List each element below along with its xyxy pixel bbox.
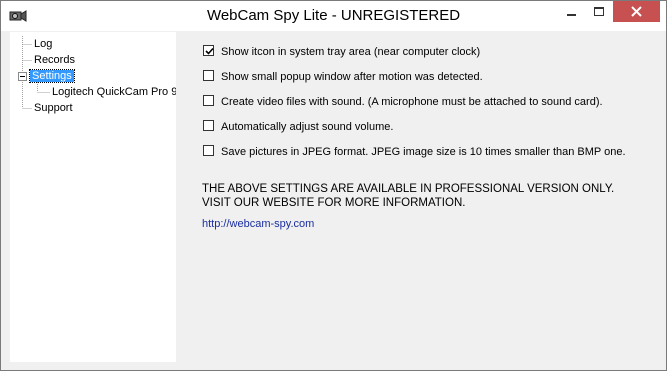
pro-version-notice: THE ABOVE SETTINGS ARE AVAILABLE IN PROF… (202, 182, 614, 210)
minimize-button[interactable] (558, 1, 586, 22)
tree-item-support[interactable]: Support (32, 100, 75, 116)
settings-tree[interactable]: Log Records Settings Logitech QuickCam P… (10, 32, 176, 362)
option-label: Create video files with sound. (A microp… (221, 96, 603, 108)
option-checkbox[interactable] (203, 45, 214, 56)
option-checkbox[interactable] (203, 120, 214, 131)
option-checkbox[interactable] (203, 70, 214, 81)
maximize-icon (594, 7, 604, 16)
close-button[interactable] (613, 1, 660, 22)
title-bar[interactable]: WebCam Spy Lite - UNREGISTERED (1, 1, 666, 31)
tree-item-label: Records (34, 54, 75, 66)
website-link[interactable]: http://webcam-spy.com (202, 218, 314, 230)
option-label: Show itcon in system tray area (near com… (221, 46, 481, 58)
maximize-button[interactable] (586, 1, 613, 22)
option-label: Automatically adjust sound volume. (221, 121, 394, 133)
tree-item-label: Settings (29, 69, 75, 83)
option-checkbox[interactable] (203, 95, 214, 106)
notice-line-2: VISIT OUR WEBSITE FOR MORE INFORMATION. (202, 197, 466, 209)
client-area: Log Records Settings Logitech QuickCam P… (9, 31, 658, 364)
minimize-icon (567, 14, 576, 16)
tree-item-label: Support (34, 102, 73, 114)
tree-item-log[interactable]: Log (32, 36, 54, 52)
notice-line-1: THE ABOVE SETTINGS ARE AVAILABLE IN PROF… (202, 183, 615, 195)
option-label: Show small popup window after motion was… (221, 71, 483, 83)
option-label: Save pictures in JPEG format. JPEG image… (221, 146, 626, 158)
tree-item-label: Log (34, 38, 53, 50)
tree-item-camera[interactable]: Logitech QuickCam Pro 9000 (50, 84, 176, 100)
tree-item-label: Logitech QuickCam Pro 9000 (52, 86, 176, 98)
tree-item-records[interactable]: Records (32, 52, 77, 68)
checkmark-icon (205, 47, 214, 55)
option-checkbox[interactable] (203, 145, 214, 156)
close-icon (631, 6, 642, 17)
app-window: WebCam Spy Lite - UNREGISTERED Log Recor… (0, 0, 667, 371)
collapse-icon[interactable] (18, 72, 27, 81)
settings-panel: Show itcon in system tray area (near com… (177, 32, 657, 362)
tree-item-settings[interactable]: Settings (29, 68, 75, 84)
